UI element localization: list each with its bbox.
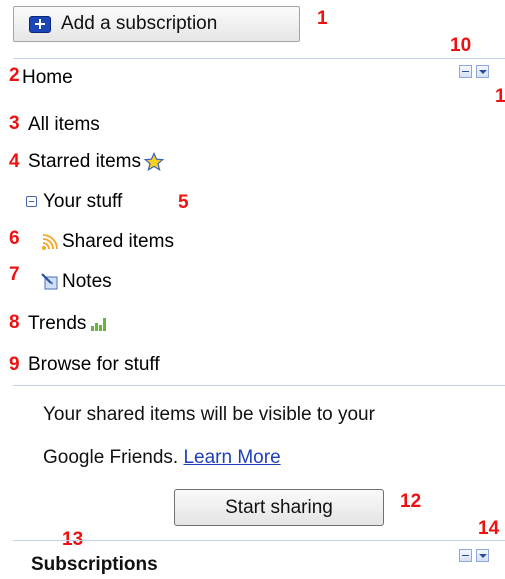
nav-options-button[interactable] (476, 65, 489, 78)
callout-14: 14 (478, 518, 500, 539)
home-label: Home (22, 67, 73, 88)
star-icon (143, 152, 164, 172)
sharing-message-line1: Your shared items will be visible to you… (43, 404, 375, 425)
bar-chart-icon (91, 318, 107, 331)
top-divider (13, 58, 505, 59)
add-subscription-label: Add a subscription (61, 13, 218, 34)
sidebar-item-home[interactable]: Home (22, 66, 73, 90)
broadcast-icon (42, 234, 58, 250)
collapse-nav-button[interactable] (459, 65, 472, 78)
callout-9: 9 (9, 354, 20, 375)
callout-1: 1 (317, 8, 328, 29)
callout-11: 11 (495, 86, 505, 107)
sidebar-item-notes[interactable]: Notes (40, 270, 112, 294)
callout-6: 6 (9, 228, 20, 249)
shared-items-label: Shared items (62, 231, 174, 252)
subscriptions-title: Subscriptions (31, 554, 158, 575)
add-subscription-button[interactable]: Add a subscription (13, 6, 300, 42)
sidebar-item-starred[interactable]: Starred items (28, 150, 164, 174)
browse-label: Browse for stuff (28, 354, 160, 375)
middle-divider (13, 385, 505, 386)
sidebar-item-all-items[interactable]: All items (28, 113, 100, 137)
callout-7: 7 (9, 264, 20, 285)
callout-3: 3 (9, 113, 20, 134)
collapse-subscriptions-button[interactable] (459, 549, 472, 562)
callout-4: 4 (9, 151, 20, 172)
callout-2: 2 (9, 65, 20, 86)
sidebar-item-your-stuff[interactable]: Your stuff (43, 190, 122, 214)
subscriptions-options-button[interactable] (476, 549, 489, 562)
all-items-label: All items (28, 114, 100, 135)
sidebar-item-browse[interactable]: Browse for stuff (28, 353, 160, 377)
callout-10: 10 (450, 35, 472, 56)
notes-label: Notes (62, 271, 112, 292)
callout-5: 5 (178, 192, 189, 213)
sharing-message-text: Google Friends. (43, 447, 184, 468)
collapse-your-stuff-icon[interactable] (26, 196, 37, 207)
learn-more-link[interactable]: Learn More (183, 447, 280, 468)
sidebar-item-trends[interactable]: Trends (28, 312, 108, 336)
plus-icon (29, 15, 51, 33)
your-stuff-label: Your stuff (43, 191, 123, 212)
callout-8: 8 (9, 312, 20, 333)
subscriptions-divider (13, 540, 505, 541)
note-pencil-icon (41, 273, 58, 290)
start-sharing-button[interactable]: Start sharing (174, 489, 384, 526)
trends-label: Trends (28, 313, 87, 334)
starred-items-label: Starred items (28, 151, 141, 172)
sidebar-item-shared-items[interactable]: Shared items (40, 230, 174, 254)
sharing-message-line2: Google Friends. Learn More (43, 447, 281, 469)
callout-12: 12 (400, 491, 422, 512)
